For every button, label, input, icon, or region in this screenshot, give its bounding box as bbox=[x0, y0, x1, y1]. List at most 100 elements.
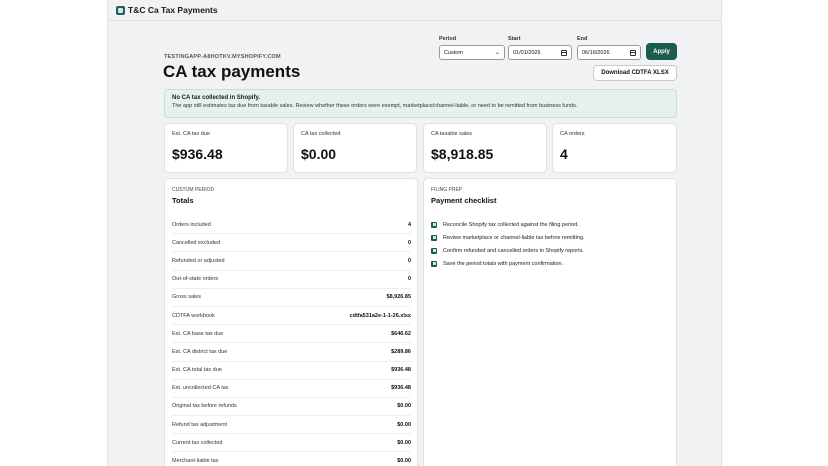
checkbox-icon bbox=[431, 260, 437, 267]
stat-card-tax-due: Est. CA tax due $936.48 bbox=[164, 123, 288, 173]
row-value: $936.48 bbox=[391, 367, 411, 374]
totals-title: Totals bbox=[172, 196, 194, 205]
page-title: CA tax payments bbox=[163, 62, 301, 81]
stat-card-taxable-sales: CA taxable sales $8,918.85 bbox=[423, 123, 547, 173]
end-field: End 06/16/2026 bbox=[577, 36, 641, 60]
row-label: Refunded or adjusted bbox=[172, 257, 225, 264]
checklist-items: Reconcile Shopify tax collected against … bbox=[431, 218, 671, 270]
table-row: Current tax collected $0.00 bbox=[172, 434, 411, 453]
start-date-value: 01/01/2026 bbox=[513, 49, 541, 56]
title-bar: T&C Ca Tax Payments bbox=[108, 0, 721, 21]
list-item: Review marketplace or channel-liable tax… bbox=[431, 231, 671, 244]
stat-value: $0.00 bbox=[301, 146, 337, 162]
app-frame: T&C Ca Tax Payments TESTINGAPP-A8HOTKV.M… bbox=[107, 0, 722, 466]
row-value: $646.62 bbox=[391, 330, 411, 337]
totals-eyebrow: CUSTOM PERIOD bbox=[172, 187, 215, 193]
row-label: Out-of-state orders bbox=[172, 276, 219, 283]
row-value: $936.48 bbox=[391, 385, 411, 392]
row-label: Est. CA base tax due bbox=[172, 330, 224, 337]
row-label: Original tax before refunds bbox=[172, 403, 237, 410]
period-select[interactable]: Custom ⌄ bbox=[439, 45, 505, 60]
apply-button[interactable]: Apply bbox=[646, 43, 677, 60]
stat-card-tax-collected: CA tax collected $0.00 bbox=[293, 123, 417, 173]
row-value: $0.00 bbox=[397, 439, 411, 446]
stat-label: CA tax collected bbox=[301, 131, 341, 137]
calendar-icon[interactable] bbox=[630, 49, 636, 56]
row-label: Orders included bbox=[172, 221, 211, 228]
banner-title: No CA tax collected in Shopify. bbox=[172, 95, 261, 101]
start-label: Start bbox=[508, 36, 521, 42]
row-label: CDTFA workbook bbox=[172, 312, 215, 319]
info-banner: No CA tax collected in Shopify. The app … bbox=[164, 89, 677, 118]
row-label: Current tax collected bbox=[172, 439, 223, 446]
table-row: Merchant-liable tax $0.00 bbox=[172, 452, 411, 466]
row-label: Gross sales bbox=[172, 294, 202, 301]
table-row: Out-of-state orders 0 bbox=[172, 271, 411, 289]
totals-panel: CUSTOM PERIOD Totals Orders included 4 Ca… bbox=[164, 178, 418, 466]
check-item-label: Confirm refunded and cancelled orders in… bbox=[443, 247, 584, 254]
row-value: 0 bbox=[407, 257, 411, 264]
table-row: Original tax before refunds $0.00 bbox=[172, 398, 411, 417]
stat-label: Est. CA tax due bbox=[172, 131, 210, 137]
period-value: Custom bbox=[444, 49, 463, 56]
list-item: Confirm refunded and cancelled orders in… bbox=[431, 244, 671, 257]
table-row: Est. CA total tax due $936.48 bbox=[172, 362, 411, 380]
row-value: $8,926.85 bbox=[386, 294, 411, 301]
stat-label: CA taxable sales bbox=[431, 131, 472, 137]
end-label: End bbox=[577, 36, 588, 42]
app-title: T&C Ca Tax Payments bbox=[128, 5, 218, 15]
row-value: $289.86 bbox=[391, 348, 411, 355]
start-date-input[interactable]: 01/01/2026 bbox=[508, 45, 572, 60]
row-value: 0 bbox=[407, 276, 411, 283]
check-item-label: Review marketplace or channel-liable tax… bbox=[443, 234, 585, 241]
row-label: Refund tax adjustment bbox=[172, 421, 228, 428]
row-value: $0.00 bbox=[397, 403, 411, 410]
row-label: Merchant-liable tax bbox=[172, 458, 219, 465]
list-item: Reconcile Shopify tax collected against … bbox=[431, 218, 671, 231]
row-value: 0 bbox=[407, 239, 411, 246]
table-row: Cancelled excluded 0 bbox=[172, 234, 411, 253]
totals-list: Orders included 4 Cancelled excluded 0 Ref… bbox=[172, 216, 411, 466]
app-logo-icon bbox=[116, 5, 125, 15]
row-value: 4 bbox=[407, 221, 411, 228]
row-value: $0.00 bbox=[397, 458, 411, 465]
table-row: Gross sales $8,926.85 bbox=[172, 289, 411, 307]
table-row: Refund tax adjustment $0.00 bbox=[172, 416, 411, 435]
row-label: Cancelled excluded bbox=[172, 239, 221, 246]
period-label: Period bbox=[439, 36, 457, 42]
checkbox-icon bbox=[431, 247, 437, 254]
chevron-down-icon: ⌄ bbox=[494, 50, 500, 56]
table-row: Refunded or adjusted 0 bbox=[172, 252, 411, 271]
download-xlsx-button[interactable]: Download CDTFA XLSX bbox=[593, 65, 677, 81]
checklist-eyebrow: FILING PREP bbox=[431, 187, 463, 193]
row-value: cdtfa531a2e-1-1-26.xlsx bbox=[349, 312, 411, 319]
period-field: Period Custom ⌄ bbox=[439, 36, 505, 60]
shop-domain: TESTINGAPP-A8HOTKV.MYSHOPIFY.COM bbox=[164, 54, 281, 60]
banner-text: The app still estimates tax due from tax… bbox=[172, 103, 578, 109]
end-date-input[interactable]: 06/16/2026 bbox=[577, 45, 641, 60]
table-row: Est. uncollected CA tax $936.48 bbox=[172, 380, 411, 398]
table-row: CDTFA workbook cdtfa531a2e-1-1-26.xlsx bbox=[172, 307, 411, 326]
row-value: $0.00 bbox=[397, 421, 411, 428]
start-field: Start 01/01/2026 bbox=[508, 36, 572, 60]
check-item-label: Save the period totals with payment conf… bbox=[443, 260, 564, 267]
stat-value: 4 bbox=[560, 146, 568, 162]
row-label: Est. CA district tax due bbox=[172, 348, 228, 355]
end-date-value: 06/16/2026 bbox=[582, 49, 610, 56]
stat-value: $936.48 bbox=[172, 146, 223, 162]
checkbox-icon bbox=[431, 234, 437, 241]
checklist-panel: FILING PREP Payment checklist Reconcile … bbox=[423, 178, 677, 466]
list-item: Save the period totals with payment conf… bbox=[431, 257, 671, 270]
stat-card-orders: CA orders 4 bbox=[552, 123, 677, 173]
calendar-icon[interactable] bbox=[561, 49, 567, 56]
row-label: Est. uncollected CA tax bbox=[172, 385, 229, 392]
checkbox-icon bbox=[431, 221, 437, 228]
check-item-label: Reconcile Shopify tax collected against … bbox=[443, 221, 579, 228]
table-row: Est. CA base tax due $646.62 bbox=[172, 325, 411, 344]
stat-value: $8,918.85 bbox=[431, 146, 494, 162]
row-label: Est. CA total tax due bbox=[172, 367, 222, 374]
checklist-title: Payment checklist bbox=[431, 196, 497, 205]
table-row: Orders included 4 bbox=[172, 216, 411, 235]
table-row: Est. CA district tax due $289.86 bbox=[172, 343, 411, 362]
stat-label: CA orders bbox=[560, 131, 585, 137]
